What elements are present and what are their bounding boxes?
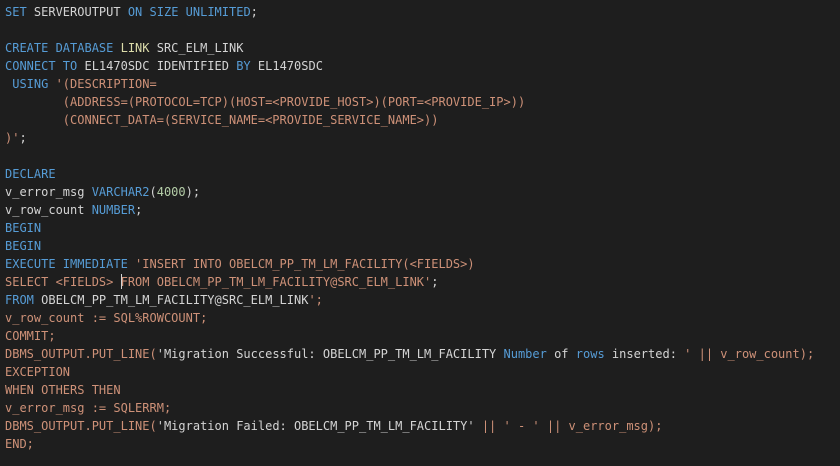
code-token: TO [62,59,85,73]
code-token: CONNECT [5,59,63,73]
code-token: EL1470SDC [257,59,323,73]
code-token: IMMEDIATE [62,257,136,271]
code-line[interactable]: CREATE DATABASE LINK SRC_ELM_LINK [5,39,840,57]
code-token: EXECUTE [5,257,63,271]
code-line[interactable]: (CONNECT_DATA=(SERVICE_NAME=<PROVIDE_SER… [5,111,840,129]
code-line[interactable]: SET SERVEROUTPUT ON SIZE UNLIMITED; [5,3,840,21]
code-token: UNLIMITED [185,5,251,19]
code-line[interactable] [5,147,840,165]
code-line[interactable]: BEGIN [5,237,840,255]
code-token: ; [135,203,143,217]
code-line[interactable]: v_row_count NUMBER; [5,201,840,219]
code-token: (CONNECT_DATA=(SERVICE_NAME=<PROVIDE_SER… [5,113,439,127]
code-token: v_row_count := SQL%ROWCOUNT; [5,311,208,325]
code-token: || ' - ' || v_error_msg); [481,419,663,433]
code-token: BY [236,59,258,73]
code-line[interactable]: COMMIT; [5,327,840,345]
code-token: BEGIN [5,239,42,253]
code-line[interactable]: USING '(DESCRIPTION= [5,75,840,93]
code-token: '; [308,293,323,307]
code-token: END; [5,437,34,451]
code-token: LINK [120,41,157,55]
code-line[interactable]: DBMS_OUTPUT.PUT_LINE('Migration Failed: … [5,417,840,435]
code-line[interactable]: (ADDRESS=(PROTOCOL=TCP)(HOST=<PROVIDE_HO… [5,93,840,111]
code-token: 4000 [156,185,186,199]
code-token: EXCEPTION [5,365,71,379]
code-line[interactable]: FROM OBELCM_PP_TM_LM_FACILITY@SRC_ELM_LI… [5,291,840,309]
code-line[interactable]: CONNECT TO EL1470SDC IDENTIFIED BY EL147… [5,57,840,75]
code-line[interactable]: v_error_msg VARCHAR2(4000); [5,183,840,201]
code-token: DBMS_OUTPUT.PUT_LINE( [5,419,157,433]
code-line[interactable] [5,21,840,39]
code-token: ; [19,131,27,145]
code-token: FROM OBELCM_PP_TM_LM_FACILITY@SRC_ELM_LI… [120,275,432,289]
code-token: v_error_msg [5,185,92,199]
code-token: WHEN OTHERS THEN [5,383,121,397]
code-token: SERVEROUTPUT [33,5,128,19]
code-token: SRC_ELM_LINK [156,41,244,55]
code-token: CREATE [5,41,56,55]
code-token: DATABASE [55,41,121,55]
code-editor[interactable]: SET SERVEROUTPUT ON SIZE UNLIMITED; CREAT… [0,0,840,466]
code-token: SELECT <FIELDS> [5,275,121,289]
code-token: v_row_count [5,203,92,217]
code-token: FROM [5,293,42,307]
code-token: OBELCM_PP_TM_LM_FACILITY@SRC_ELM_LINK [41,293,309,307]
code-token: VARCHAR2 [91,185,150,199]
code-token: DBMS_OUTPUT.PUT_LINE( [5,347,157,361]
code-line[interactable]: EXECUTE IMMEDIATE 'INSERT INTO OBELCM_PP… [5,255,840,273]
code-token: ( [149,185,157,199]
code-line[interactable]: BEGIN [5,219,840,237]
code-token: COMMIT; [5,329,56,343]
code-token: Number [503,347,555,361]
code-line[interactable]: DBMS_OUTPUT.PUT_LINE('Migration Successf… [5,345,840,363]
code-token: SIZE [149,5,186,19]
code-token: ; [250,5,258,19]
code-token: BEGIN [5,221,42,235]
code-line[interactable]: v_row_count := SQL%ROWCOUNT; [5,309,840,327]
code-line[interactable]: )'; [5,129,840,147]
code-token: 'Migration Failed: OBELCM_PP_TM_LM_FACIL… [156,419,482,433]
code-token: ' || v_row_count); [684,347,815,361]
code-line[interactable]: WHEN OTHERS THEN [5,381,840,399]
code-token: v_error_msg := SQLERRM; [5,401,172,415]
code-line[interactable]: END; [5,435,840,453]
code-token: SET [5,5,34,19]
code-line[interactable]: EXCEPTION [5,363,840,381]
code-token: )' [5,131,20,145]
code-token: 'Migration Successful: OBELCM_PP_TM_LM_F… [156,347,504,361]
code-token: inserted: [611,347,685,361]
code-token: rows [575,347,612,361]
code-token: DECLARE [5,167,56,181]
code-line[interactable]: v_error_msg := SQLERRM; [5,399,840,417]
code-token: 'INSERT INTO OBELCM_PP_TM_LM_FACILITY(<F… [135,257,475,271]
code-token: of [554,347,576,361]
code-token: USING [5,77,56,91]
code-token: NUMBER [91,203,136,217]
code-token: ; [431,275,439,289]
code-line[interactable]: SELECT <FIELDS> FROM OBELCM_PP_TM_LM_FAC… [5,273,840,291]
code-token: ); [185,185,201,199]
code-token: ON [127,5,150,19]
code-token: EL1470SDC IDENTIFIED [84,59,237,73]
code-token: '(DESCRIPTION= [55,77,157,91]
code-line[interactable]: DECLARE [5,165,840,183]
code-token: (ADDRESS=(PROTOCOL=TCP)(HOST=<PROVIDE_HO… [5,95,526,109]
